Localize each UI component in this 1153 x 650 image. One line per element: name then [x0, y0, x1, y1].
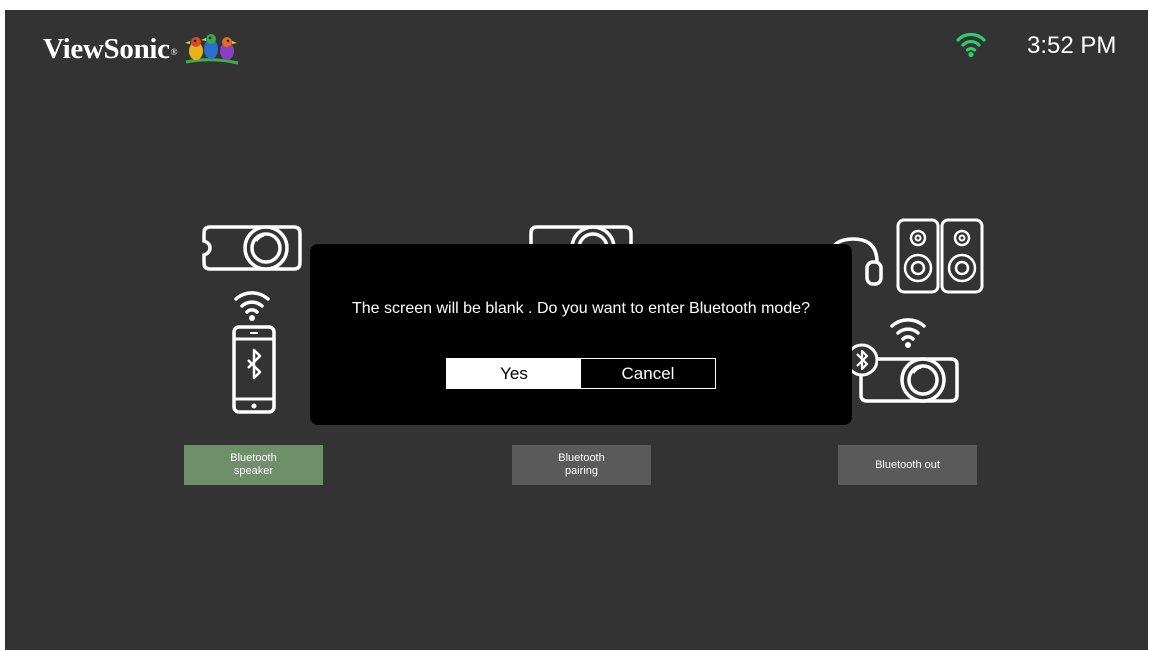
brand-logo: ViewSonic ® [43, 32, 240, 66]
projector-icon [202, 225, 302, 271]
speakers-icon [896, 218, 984, 294]
dialog-message: The screen will be blank . Do you want t… [351, 300, 811, 317]
bluetooth-out-button[interactable]: Bluetooth out [838, 445, 977, 485]
wifi-icon [890, 318, 926, 348]
registered-mark: ® [170, 47, 178, 57]
cancel-button[interactable]: Cancel [581, 359, 715, 388]
brand-name: ViewSonic [43, 32, 170, 65]
yes-button[interactable]: Yes [447, 359, 581, 388]
clock: 3:52 PM [1027, 32, 1117, 59]
bluetooth-speaker-button[interactable]: Bluetooth speaker [184, 445, 323, 485]
confirm-dialog: The screen will be blank . Do you want t… [310, 244, 852, 425]
birds-logo-icon [184, 34, 238, 65]
wifi-icon [956, 32, 986, 58]
bluetooth-pairing-button[interactable]: Bluetooth pairing [512, 445, 651, 485]
wifi-icon [234, 291, 270, 321]
smartphone-bluetooth-icon [232, 325, 276, 414]
dialog-actions: Yes Cancel [446, 358, 716, 389]
projector-screen: ViewSonic ® 3:52 PM Bluetooth speaker Bl… [5, 10, 1148, 650]
